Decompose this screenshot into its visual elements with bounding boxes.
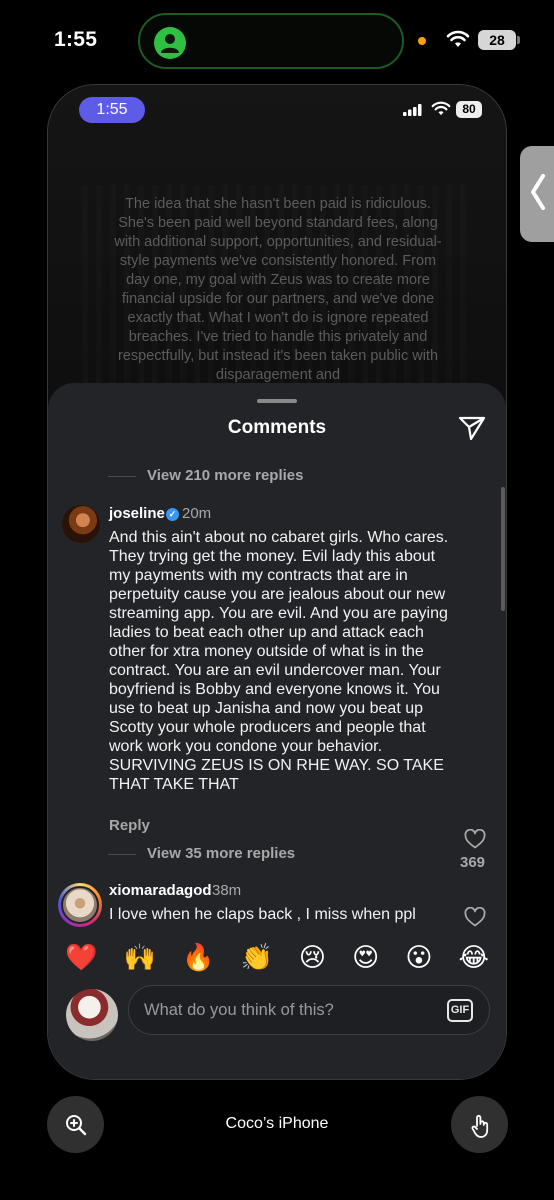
microphone-indicator-dot [418,37,426,45]
comment-username[interactable]: xiomaradagod [109,882,212,899]
sheet-title: Comments [227,417,327,438]
comment-input[interactable]: What do you think of this? GIF [128,985,490,1035]
heart-like-icon[interactable] [464,906,486,932]
wifi-icon [446,30,470,53]
emoji-raised-hands[interactable]: 🙌 [124,943,156,973]
mirrored-phone-screen[interactable]: 1:55 80 The idea that she hasn't been pa… [47,84,507,1080]
reply-button[interactable]: Reply [109,817,150,834]
touch-control-button[interactable] [451,1096,508,1153]
comment-input-placeholder: What do you think of this? [144,1001,334,1019]
comment-time: 20m [182,505,212,522]
dynamic-island[interactable] [138,13,404,69]
phone-wifi-icon [431,101,451,121]
comments-sheet[interactable]: Comments View 210 more replies joseline … [48,383,506,1079]
comment-username[interactable]: joseline [109,505,165,522]
verified-badge-icon: ✓ [166,508,179,521]
emoji-red-heart[interactable]: ❤️ [65,943,97,973]
emoji-reaction-bar: ❤️ 🙌 🔥 👏 😢 😍 😮 😂 [48,939,506,977]
share-send-icon[interactable] [458,415,486,446]
replies-divider [108,476,136,477]
avatar[interactable] [62,505,100,543]
view-more-replies-link[interactable]: View 210 more replies [147,467,303,484]
comment-text: And this ain't about no cabaret girls. W… [109,529,449,793]
view-more-replies-link[interactable]: View 35 more replies [147,845,295,862]
emoji-fire[interactable]: 🔥 [182,943,214,973]
emoji-surprised-face[interactable]: 😮 [405,943,432,973]
avatar [61,886,99,924]
emoji-tears-of-joy[interactable]: 😂 [459,943,489,973]
gif-button[interactable]: GIF [447,999,473,1022]
heart-like-icon[interactable] [464,828,486,854]
avatar-story-ring[interactable] [58,883,102,927]
comment-time: 38m [212,882,242,899]
scrollbar[interactable] [501,487,505,611]
post-caption: The idea that she hasn't been paid is ri… [114,196,442,383]
battery-indicator: 28 [478,30,520,50]
status-time: 1:55 [54,28,98,51]
phone-battery-indicator: 80 [456,101,482,118]
chevron-left-icon [531,174,545,210]
emoji-clapping-hands[interactable]: 👏 [240,943,272,973]
like-count: 369 [460,854,486,871]
cellular-signal-icon [403,103,423,121]
emoji-heart-eyes[interactable]: 😍 [352,943,379,973]
emoji-crying-face[interactable]: 😢 [299,943,326,973]
side-collapse-handle[interactable] [520,146,554,242]
sheet-grabber[interactable] [257,399,297,403]
phone-status-time: 1:55 [79,97,145,123]
replies-divider [108,854,136,855]
comment-text: I love when he claps back , I miss when … [109,906,416,923]
hand-pointer-icon [471,1114,489,1138]
current-user-avatar [66,989,118,1041]
screen-mirroring-person-icon [154,27,186,59]
